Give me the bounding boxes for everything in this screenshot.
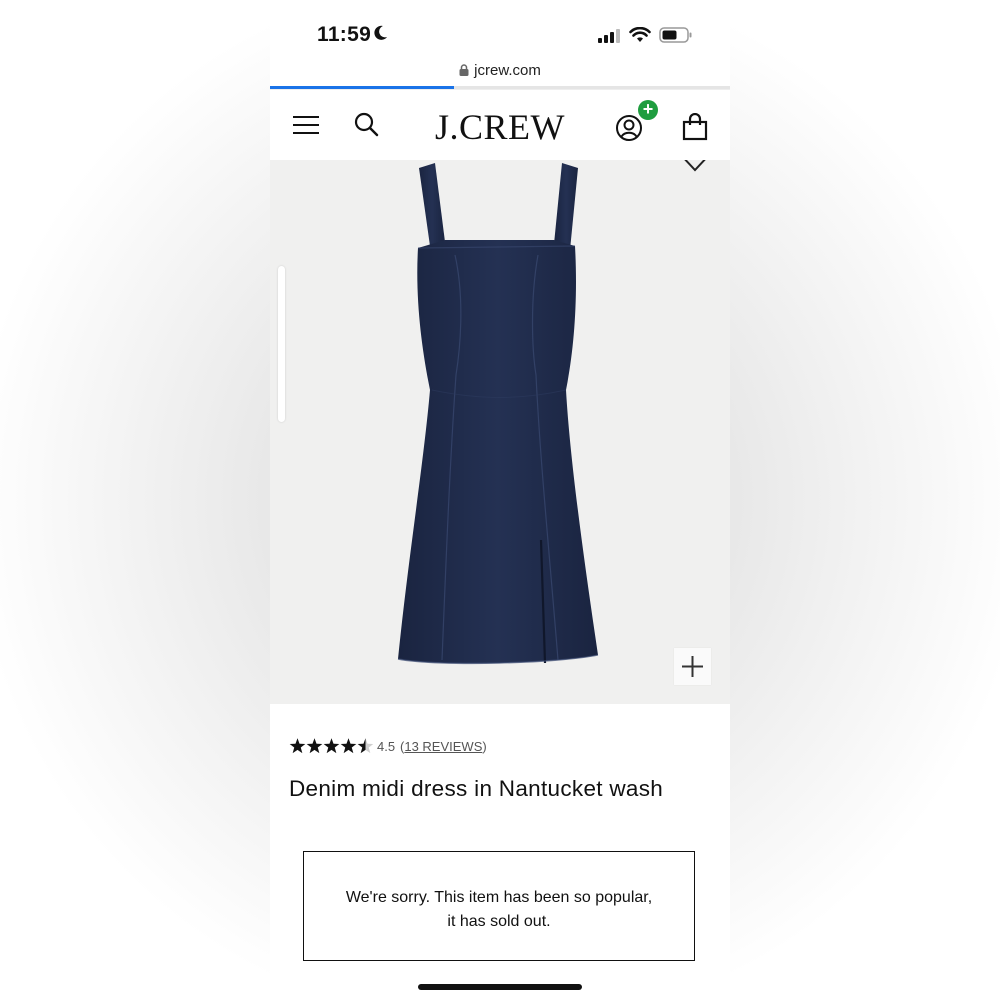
star-filled <box>289 738 306 754</box>
moon-icon <box>374 25 387 40</box>
plus-icon <box>682 656 703 677</box>
status-time: 11:59 <box>317 23 372 46</box>
heart-icon[interactable] <box>678 160 712 180</box>
zoom-button[interactable] <box>674 648 711 685</box>
star-filled <box>323 738 340 754</box>
search-icon[interactable] <box>354 112 380 138</box>
sold-out-message: We're sorry. This item has been so popul… <box>345 889 653 930</box>
sold-out-notice: We're sorry. This item has been so popul… <box>303 851 695 961</box>
wifi-icon <box>629 27 651 42</box>
address-bar[interactable]: jcrew.com <box>270 62 730 79</box>
product-title: Denim midi dress in Nantucket wash <box>289 776 664 801</box>
shopping-bag-icon[interactable] <box>682 113 708 141</box>
gallery-scroll-indicator[interactable] <box>278 266 285 422</box>
hamburger-menu-icon[interactable] <box>292 115 320 135</box>
site-header: J.CREW + <box>270 89 730 161</box>
account-badge: + <box>638 100 658 120</box>
star-filled <box>340 738 357 754</box>
reviews-paren-close: ) <box>482 739 487 754</box>
star-filled <box>306 738 323 754</box>
reviews-link-text[interactable]: 13 REVIEWS <box>404 739 482 754</box>
url-text: jcrew.com <box>474 62 541 79</box>
lock-icon <box>459 64 469 76</box>
rating-stars <box>289 738 374 754</box>
denim-midi-dress-image <box>397 163 599 665</box>
phone-screen: 11:59 jcrew.com J.CREW + 4.5 (13 REVIEWS… <box>270 0 730 1000</box>
product-image-gallery[interactable] <box>270 160 730 704</box>
reviews-link[interactable]: (13 REVIEWS) <box>400 739 487 754</box>
cellular-signal-icon <box>598 29 620 43</box>
home-indicator[interactable] <box>418 984 582 990</box>
battery-icon <box>659 27 692 43</box>
rating-score: 4.5 <box>377 739 396 754</box>
brand-logo[interactable]: J.CREW <box>420 106 580 148</box>
account-icon[interactable] <box>615 114 643 142</box>
